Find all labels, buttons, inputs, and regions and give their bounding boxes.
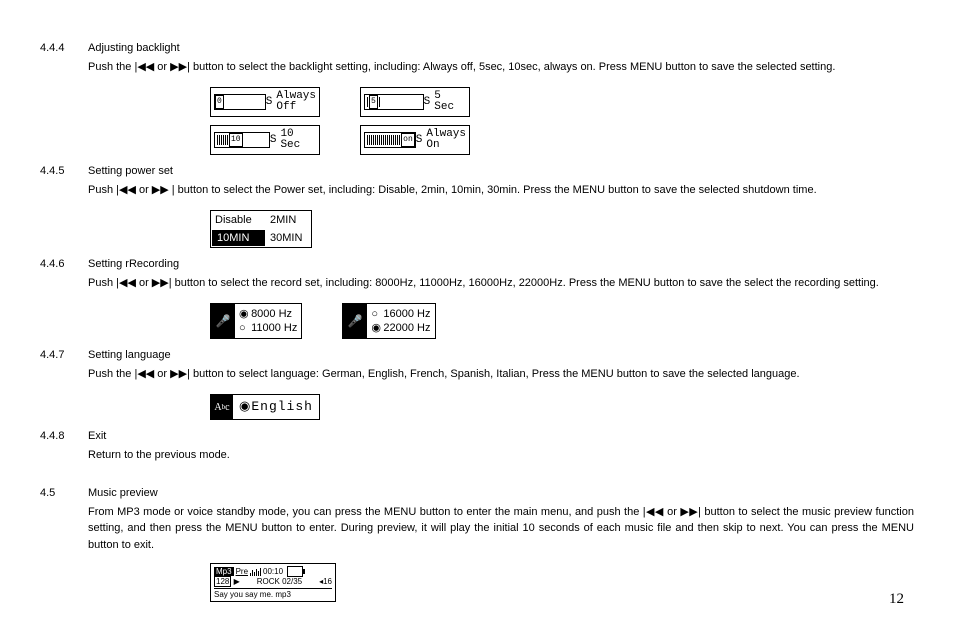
section-paragraph: Push the |◀◀ or ▶▶| button to select lan… bbox=[88, 366, 914, 383]
section-title: Setting power set bbox=[88, 163, 914, 180]
section-title: Setting rRecording bbox=[88, 256, 914, 273]
section-4-4-8: 4.4.8 Exit Return to the previous mode. bbox=[40, 428, 914, 469]
section-number: 4.5 bbox=[40, 485, 88, 559]
recording-box-1: 🎤 ◉ 8000 Hz ○ 11000 Hz bbox=[210, 303, 302, 339]
backlight-figure-row-2: 10 S 10 Sec on S AlwaysOn bbox=[210, 125, 914, 155]
language-box: Abc ◉English bbox=[210, 394, 320, 420]
recording-box-2: 🎤 ○ 16000 Hz ◉ 22000 Hz bbox=[342, 303, 435, 339]
mic-icon: 🎤 bbox=[343, 304, 367, 338]
section-number: 4.4.8 bbox=[40, 428, 88, 469]
section-paragraph: Push the |◀◀ or ▶▶| button to select the… bbox=[88, 59, 914, 76]
lcd-always-off: 0 S AlwaysOff bbox=[210, 87, 320, 117]
section-paragraph: Push |◀◀ or ▶▶ | button to select the Po… bbox=[88, 182, 914, 199]
section-title: Setting language bbox=[88, 347, 914, 364]
section-4-4-5: 4.4.5 Setting power set Push |◀◀ or ▶▶ |… bbox=[40, 163, 914, 204]
equalizer-icon bbox=[250, 568, 261, 576]
section-4-5: 4.5 Music preview From MP3 mode or voice… bbox=[40, 485, 914, 559]
section-title: Adjusting backlight bbox=[88, 40, 914, 57]
lcd-10sec: 10 S 10 Sec bbox=[210, 125, 320, 155]
recording-figure: 🎤 ◉ 8000 Hz ○ 11000 Hz 🎤 ○ 16000 Hz ◉ 22… bbox=[210, 303, 914, 339]
section-4-4-7: 4.4.7 Setting language Push the |◀◀ or ▶… bbox=[40, 347, 914, 388]
section-4-4-4: 4.4.4 Adjusting backlight Push the |◀◀ o… bbox=[40, 40, 914, 81]
language-ab-icon: Abc bbox=[211, 395, 233, 419]
section-number: 4.4.4 bbox=[40, 40, 88, 81]
section-number: 4.4.6 bbox=[40, 256, 88, 297]
lcd-always-on: on S AlwaysOn bbox=[360, 125, 470, 155]
section-number: 4.4.7 bbox=[40, 347, 88, 388]
section-paragraph: From MP3 mode or voice standby mode, you… bbox=[88, 504, 914, 554]
power-figure: Disable 2MIN 10MIN 30MIN bbox=[210, 210, 914, 248]
page-number: 12 bbox=[40, 588, 914, 611]
backlight-figure-row-1: 0 S AlwaysOff 5 S 5 Sec bbox=[210, 87, 914, 117]
section-paragraph: Push |◀◀ or ▶▶| button to select the rec… bbox=[88, 275, 914, 292]
battery-icon bbox=[287, 566, 303, 577]
section-number: 4.4.5 bbox=[40, 163, 88, 204]
mic-icon: 🎤 bbox=[211, 304, 235, 338]
section-title: Exit bbox=[88, 428, 914, 445]
language-figure: Abc ◉English bbox=[210, 394, 914, 420]
section-title: Music preview bbox=[88, 485, 914, 502]
section-4-4-6: 4.4.6 Setting rRecording Push |◀◀ or ▶▶|… bbox=[40, 256, 914, 297]
section-paragraph: Return to the previous mode. bbox=[88, 447, 914, 464]
power-grid: Disable 2MIN 10MIN 30MIN bbox=[210, 210, 312, 248]
lcd-5sec: 5 S 5 Sec bbox=[360, 87, 470, 117]
